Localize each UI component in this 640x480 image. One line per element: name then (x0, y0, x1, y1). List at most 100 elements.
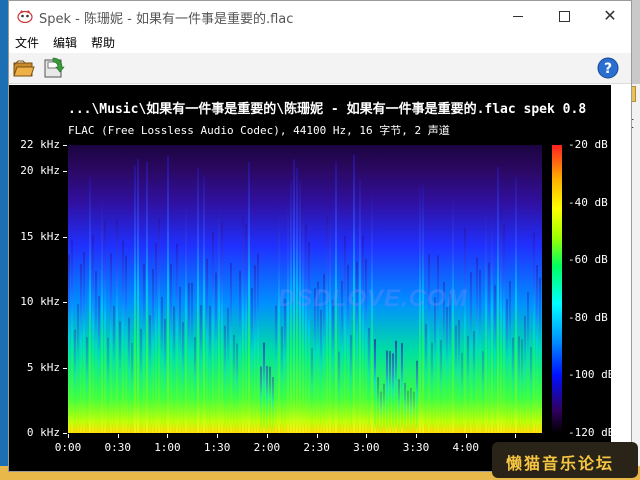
spectrum-column (224, 325, 226, 433)
x-tick-label: 3:00 (353, 441, 380, 454)
y-tick-label: 20 kHz (20, 164, 60, 178)
spectrum-column (119, 321, 121, 433)
x-tick-label: 2:30 (303, 441, 330, 454)
spectrum-column (287, 199, 289, 433)
x-tick-mark (316, 434, 318, 438)
spectrum-column (491, 205, 493, 433)
x-tick-mark (167, 434, 169, 438)
spectrum-column (344, 235, 346, 433)
spectrum-column (389, 351, 391, 433)
x-tick-mark (266, 434, 268, 438)
close-button[interactable]: ✕ (587, 1, 633, 31)
spectrum-column (281, 326, 283, 433)
window-title: Spek - 陈珊妮 - 如果有一件事是重要的.flac (39, 12, 294, 27)
spectrum-column (71, 240, 73, 433)
spectrum-column (215, 272, 217, 433)
spectrum-column (302, 203, 304, 433)
spectrum-column (521, 339, 523, 433)
spectrum-column (413, 391, 415, 433)
x-tick-label: 0:30 (104, 441, 131, 454)
spectrum-column (407, 390, 409, 433)
spectrum-column (149, 315, 151, 433)
spectrum-column (497, 166, 499, 433)
spectrum-column (74, 329, 76, 433)
spectrum-column (134, 165, 136, 433)
spectrum-column (449, 293, 451, 433)
spectrum-column (197, 167, 199, 433)
spectrum-column (236, 343, 238, 433)
y-tick-label: 10 kHz (20, 295, 60, 309)
spectrum-column (392, 353, 394, 433)
spectrum-column (518, 336, 520, 433)
spectrum-column (242, 216, 244, 433)
y-tick-mark (63, 367, 67, 369)
spectrum-column (110, 253, 112, 433)
y-tick-label: 0 kHz (26, 426, 60, 439)
save-icon[interactable] (43, 57, 65, 79)
menu-file[interactable]: 文件 (15, 34, 39, 51)
spectrum-column (104, 221, 106, 433)
spectrum-column (164, 318, 166, 433)
forum-badge: 懒猫音乐论坛 (492, 442, 638, 478)
spectrum-column (116, 218, 118, 433)
spectrum-column (80, 264, 82, 433)
spectrum-column (101, 196, 103, 433)
spectrum-column (311, 348, 313, 433)
spectrum-column (227, 308, 229, 433)
spectrum-column (479, 270, 481, 433)
spectrum-column (338, 351, 340, 433)
spectrum-column (437, 255, 439, 433)
minimize-button[interactable] (495, 1, 541, 31)
help-icon[interactable]: ? (597, 57, 619, 79)
colorbar-tick-label: -120 dB (568, 426, 615, 439)
spectrum-column (131, 342, 133, 433)
menu-help[interactable]: 帮助 (91, 34, 115, 51)
spectrum-column (371, 194, 373, 433)
forum-badge-text: 懒猫音乐论坛 (506, 454, 615, 473)
x-tick-label: 3:30 (402, 441, 430, 454)
colorbar-tick-label: -60 dB (568, 253, 608, 267)
colorbar (552, 145, 562, 433)
spectrum-column (182, 322, 184, 433)
spectrum-column (83, 251, 85, 433)
spectrum-column (470, 272, 472, 433)
spectrum-column (125, 255, 127, 433)
spectrum-column (254, 265, 256, 433)
spectrum-column (203, 176, 205, 433)
x-tick-label: 4:00 (452, 441, 480, 454)
spectrum-column (464, 228, 466, 433)
spectrum-column (530, 347, 532, 433)
spectrum-column (221, 222, 223, 433)
spectrum-column (107, 337, 109, 433)
spectrum-column (368, 327, 370, 433)
spectrogram-plot: DSDLOVE.COM (68, 145, 542, 433)
spectrum-column (191, 282, 193, 433)
spectrogram-panel: ...\Music\如果有一件事是重要的\陈珊妮 - 如果有一件事是重要的.fl… (9, 85, 615, 471)
spectrum-column (155, 242, 157, 433)
maximize-button[interactable] (541, 1, 587, 31)
watermark-text: DSDLOVE.COM (278, 285, 468, 312)
folder-open-icon[interactable] (13, 57, 35, 79)
x-tick-mark (465, 434, 467, 438)
colorbar-tick-label: -100 dB (568, 368, 615, 382)
spectrum-column (326, 215, 328, 433)
menu-edit[interactable]: 编辑 (53, 34, 77, 51)
spectrum-column (146, 161, 148, 433)
spectrum-column (122, 240, 124, 433)
spectrum-column (179, 286, 181, 433)
spectrum-column (461, 352, 463, 433)
spectrum-column (332, 299, 334, 433)
svg-text:?: ? (604, 61, 612, 77)
spectrum-column (446, 306, 448, 433)
spectrum-column (206, 258, 208, 433)
spectrogram-subtitle: FLAC (Free Lossless Audio Codec), 44100 … (68, 124, 450, 137)
y-tick-label: 22 kHz (20, 138, 60, 151)
colorbar-tick-label: -40 dB (568, 195, 608, 209)
colorbar-tick-label: -80 dB (568, 310, 608, 324)
spectrum-column (416, 360, 418, 433)
spectrum-column (329, 205, 331, 433)
spectrum-column (536, 265, 538, 433)
spectrum-column (374, 339, 376, 433)
x-tick-label: 1:30 (203, 441, 231, 454)
spectrum-column (128, 317, 130, 433)
